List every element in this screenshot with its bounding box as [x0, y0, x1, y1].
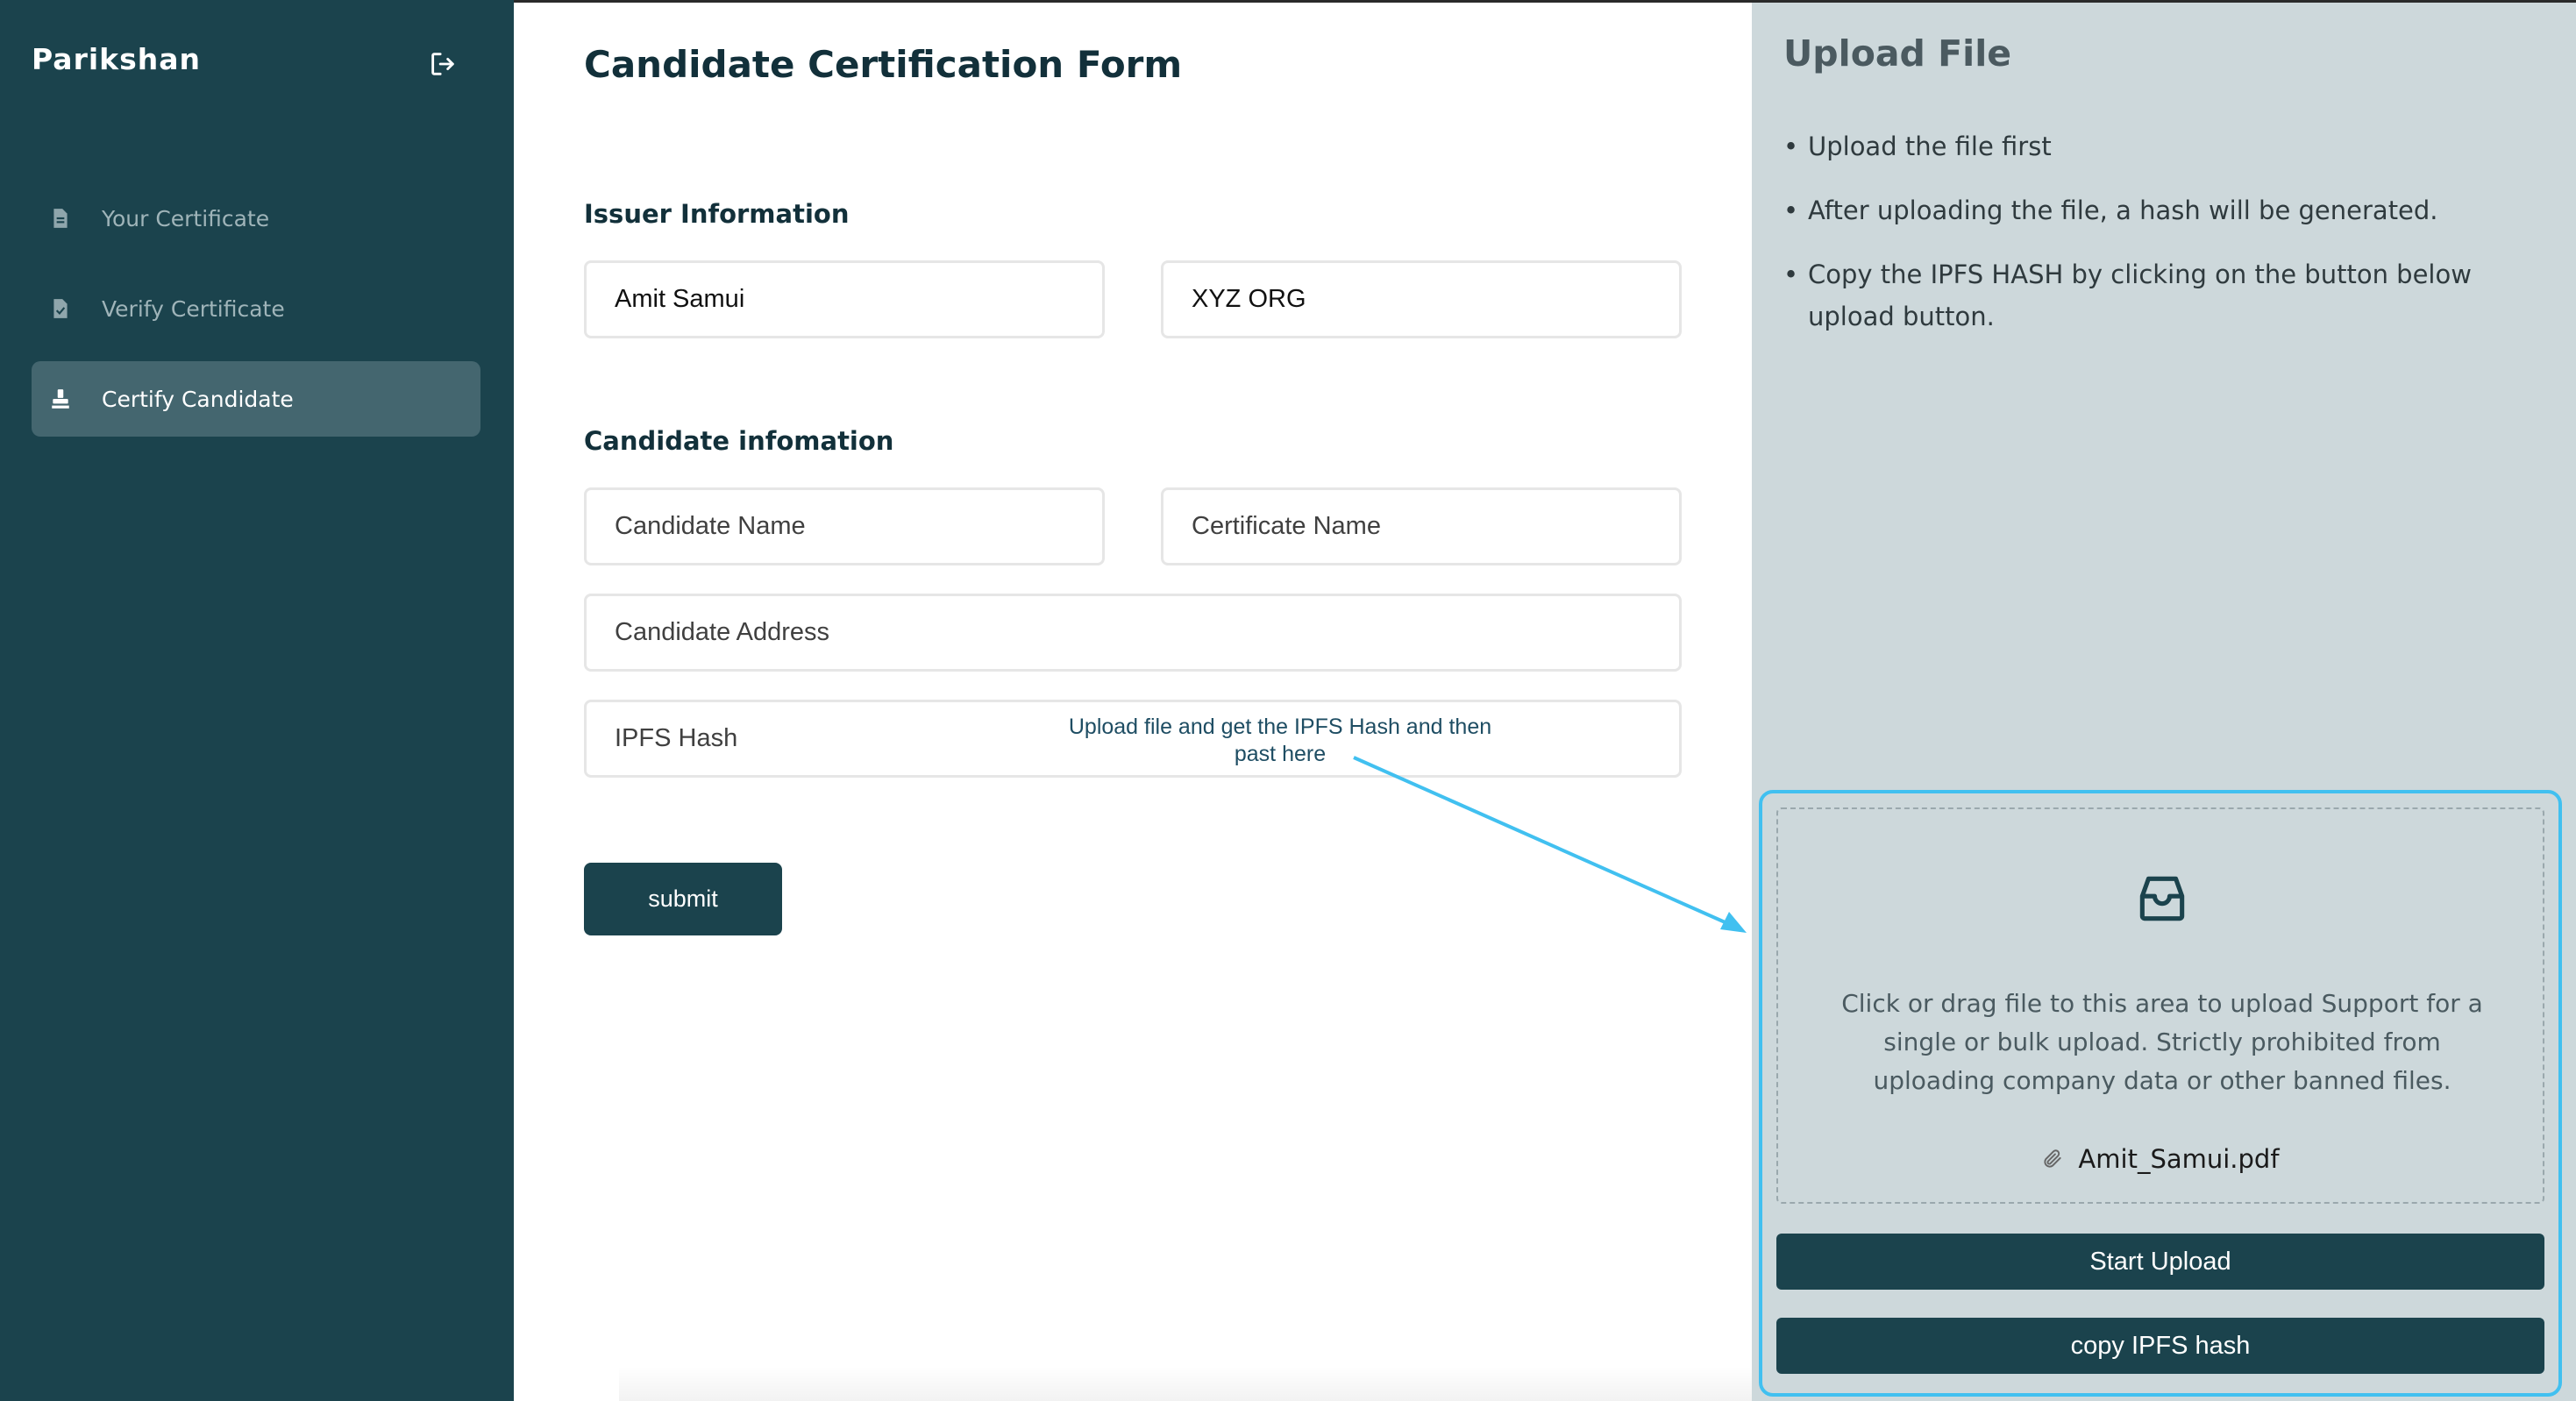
issuer-name-input[interactable] [587, 263, 1102, 336]
uploaded-file-item[interactable]: Amit_Samui.pdf [1778, 1144, 2543, 1174]
instruction-item: Upload the file first [1783, 125, 2502, 167]
document-check-icon [53, 299, 68, 318]
issuer-section-title: Issuer Information [584, 199, 850, 229]
bottom-shadow [619, 1366, 1752, 1401]
upload-panel: Upload File Upload the file first After … [1752, 0, 2576, 1401]
document-icon [53, 209, 68, 228]
start-upload-button[interactable]: Start Upload [1776, 1234, 2544, 1290]
upload-panel-title: Upload File [1783, 32, 2012, 75]
issuer-name-field [584, 260, 1105, 338]
issuer-org-input[interactable] [1163, 263, 1679, 336]
upload-instructions: Upload the file first After uploading th… [1783, 125, 2502, 359]
instruction-item: Copy the IPFS HASH by clicking on the bu… [1783, 253, 2502, 338]
candidate-section-title: Candidate infomation [584, 426, 894, 456]
copy-ipfs-hash-button[interactable]: copy IPFS hash [1776, 1318, 2544, 1374]
instruction-item: After uploading the file, a hash will be… [1783, 189, 2502, 231]
issuer-org-field [1161, 260, 1682, 338]
certificate-name-field [1161, 487, 1682, 565]
certificate-name-input[interactable] [1163, 490, 1679, 563]
uploaded-file-name: Amit_Samui.pdf [2078, 1144, 2280, 1174]
sidebar-nav: Your Certificate Verify Certificate Cert… [32, 181, 480, 452]
submit-button[interactable]: submit [584, 863, 782, 935]
upload-highlight-box: Click or drag file to this area to uploa… [1759, 790, 2562, 1397]
logout-icon[interactable] [428, 49, 458, 79]
brand-name: Parikshan [32, 42, 201, 76]
candidate-address-field [584, 594, 1682, 672]
candidate-address-input[interactable] [587, 596, 1679, 669]
sidebar-item-certify-candidate[interactable]: Certify Candidate [32, 361, 480, 437]
candidate-name-input[interactable] [587, 490, 1102, 563]
certification-form: Candidate Certification Form Issuer Info… [514, 0, 1752, 1401]
sidebar-item-your-certificate[interactable]: Your Certificate [32, 181, 480, 256]
sidebar-item-verify-certificate[interactable]: Verify Certificate [32, 271, 480, 346]
sidebar-item-label: Verify Certificate [102, 295, 285, 322]
candidate-name-field [584, 487, 1105, 565]
ipfs-hint-annotation: Upload file and get the IPFS Hash and th… [1068, 715, 1492, 766]
sidebar-item-label: Your Certificate [102, 205, 270, 231]
page-title: Candidate Certification Form [584, 43, 1183, 86]
file-dropzone[interactable]: Click or drag file to this area to uploa… [1776, 807, 2544, 1204]
sidebar: Parikshan Your Certificate Verify Certif… [0, 0, 514, 1401]
sidebar-item-label: Certify Candidate [102, 386, 294, 412]
dropzone-text: Click or drag file to this area to uploa… [1841, 989, 2483, 1095]
stamp-icon [52, 389, 69, 409]
inbox-icon [2139, 876, 2185, 921]
paperclip-icon [2044, 1149, 2062, 1168]
